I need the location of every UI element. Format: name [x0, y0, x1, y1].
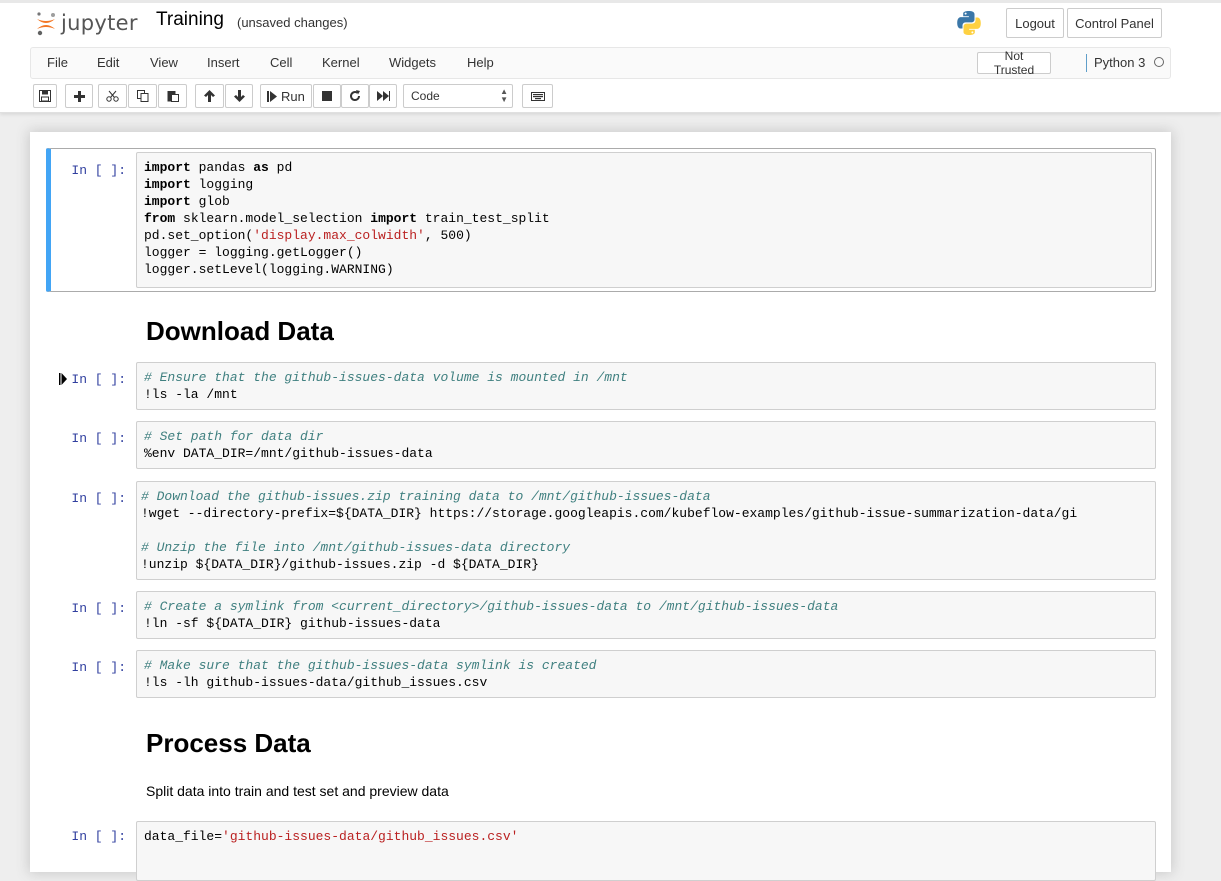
kernel-separator	[1086, 54, 1087, 72]
move-down-button[interactable]	[225, 84, 253, 108]
code-comment: # Set path for data dir	[144, 429, 324, 444]
kernel-idle-icon	[1154, 57, 1164, 67]
jupyter-logo[interactable]: jupyter	[34, 9, 138, 37]
code-line: !wget --directory-prefix=${DATA_DIR} htt…	[141, 506, 1078, 521]
menu-edit[interactable]: Edit	[97, 55, 119, 70]
step-forward-icon	[267, 90, 277, 102]
menu-widgets[interactable]: Widgets	[389, 55, 436, 70]
move-up-button[interactable]	[195, 84, 224, 108]
jupyter-logo-icon	[37, 12, 55, 36]
save-status: (unsaved changes)	[237, 15, 348, 30]
code-comment: # Unzip the file into /mnt/github-issues…	[141, 540, 571, 555]
menu-kernel[interactable]: Kernel	[322, 55, 360, 70]
input-prompt: In [ ]:	[71, 431, 126, 446]
code-line: !ls -lh github-issues-data/github_issues…	[144, 675, 488, 690]
markdown-heading: Process Data	[146, 728, 311, 758]
input-prompt: In [ ]:	[71, 660, 126, 675]
logout-button[interactable]: Logout	[1006, 8, 1064, 38]
code-editor[interactable]: # Make sure that the github-issues-data …	[136, 650, 1156, 698]
input-prompt: In [ ]:	[71, 601, 126, 616]
copy-button[interactable]	[128, 84, 157, 108]
code-comment: # Make sure that the github-issues-data …	[144, 658, 597, 673]
menu-file[interactable]: File	[47, 55, 68, 70]
save-button[interactable]	[33, 84, 57, 108]
menu-view[interactable]: View	[150, 55, 178, 70]
code-cell[interactable]: In [ ]: data_file='github-issues-data/gi…	[46, 821, 1156, 881]
code-line: data_file='github-issues-data/github_iss…	[144, 829, 519, 844]
notebook-header: jupyter Training (unsaved changes) Logou…	[0, 0, 1221, 113]
code-cell[interactable]: In [ ]: import pandas as pd import loggi…	[46, 148, 1156, 292]
not-trusted-button[interactable]: Not Trusted	[977, 49, 1051, 77]
save-icon	[39, 90, 51, 102]
restart-button[interactable]	[341, 84, 369, 108]
code-cell[interactable]: In [ ]: # Make sure that the github-issu…	[46, 650, 1156, 698]
code-editor[interactable]: # Create a symlink from <current_directo…	[136, 591, 1156, 639]
code-editor[interactable]: # Set path for data dir %env DATA_DIR=/m…	[136, 421, 1156, 469]
interrupt-button[interactable]	[313, 84, 341, 108]
code-cell[interactable]: In [ ]: # Set path for data dir %env DAT…	[46, 421, 1156, 469]
menu-help[interactable]: Help	[467, 55, 494, 70]
code-cell[interactable]: In [ ]: # Download the github-issues.zip…	[46, 481, 1156, 580]
arrow-down-icon	[233, 90, 245, 102]
notebook-name[interactable]: Training	[156, 9, 224, 31]
code-line: !ln -sf ${DATA_DIR} github-issues-data	[144, 616, 441, 631]
code-cell[interactable]: In [ ]: # Ensure that the github-issues-…	[46, 362, 1156, 410]
top-border	[0, 0, 1221, 3]
code-line: logger = logging.getLogger()	[144, 245, 363, 260]
run-button[interactable]: Run	[260, 84, 312, 108]
restart-icon	[350, 90, 361, 102]
control-panel-button[interactable]: Control Panel	[1067, 8, 1162, 38]
cell-type-select[interactable]: Code ▲ ▼	[403, 84, 513, 108]
code-line: import pandas as pd	[144, 160, 293, 175]
menu-insert[interactable]: Insert	[207, 55, 240, 70]
cut-button[interactable]	[98, 84, 127, 108]
command-palette-button[interactable]	[522, 84, 553, 108]
menu-cell[interactable]: Cell	[270, 55, 292, 70]
python-logo-icon	[955, 9, 983, 40]
code-cell[interactable]: In [ ]: # Create a symlink from <current…	[46, 591, 1156, 639]
code-line: !ls -la /mnt	[144, 387, 238, 402]
restart-run-all-button[interactable]	[369, 84, 397, 108]
jupyter-logo-text: jupyter	[61, 11, 138, 35]
run-label: Run	[281, 88, 305, 104]
input-prompt: In [ ]:	[71, 491, 126, 506]
input-prompt: In [ ]:	[71, 163, 126, 178]
input-prompt: In [ ]:	[71, 829, 126, 844]
select-arrows-icon: ▲ ▼	[500, 87, 508, 104]
stop-icon	[322, 91, 332, 101]
input-prompt: In [ ]:	[71, 372, 126, 387]
plus-icon	[73, 90, 85, 102]
keyboard-icon	[530, 91, 545, 101]
markdown-heading: Download Data	[146, 316, 334, 346]
arrow-up-icon	[204, 90, 215, 102]
code-editor[interactable]: # Download the github-issues.zip trainin…	[136, 481, 1156, 580]
code-line: %env DATA_DIR=/mnt/github-issues-data	[144, 446, 433, 461]
cell-type-value: Code	[411, 89, 440, 103]
cut-icon	[106, 90, 119, 102]
copy-icon	[136, 90, 148, 102]
code-comment: # Download the github-issues.zip trainin…	[141, 489, 711, 504]
code-line: from sklearn.model_selection import trai…	[144, 211, 550, 226]
insert-cell-button[interactable]	[65, 84, 93, 108]
code-comment: # Ensure that the github-issues-data vol…	[144, 370, 628, 385]
code-editor[interactable]: data_file='github-issues-data/github_iss…	[136, 821, 1156, 881]
fast-forward-icon	[376, 91, 390, 101]
code-comment: # Create a symlink from <current_directo…	[144, 599, 839, 614]
code-line: pd.set_option('display.max_colwidth', 50…	[144, 228, 472, 243]
code-line: import glob	[144, 194, 230, 209]
code-line: !unzip ${DATA_DIR}/github-issues.zip -d …	[141, 557, 539, 572]
markdown-paragraph: Split data into train and test set and p…	[146, 783, 449, 799]
code-editor[interactable]: # Ensure that the github-issues-data vol…	[136, 362, 1156, 410]
code-line: logger.setLevel(logging.WARNING)	[144, 262, 394, 277]
kernel-name[interactable]: Python 3	[1094, 55, 1145, 70]
paste-button[interactable]	[158, 84, 187, 108]
paste-icon	[167, 91, 179, 102]
code-editor[interactable]: import pandas as pd import logging impor…	[136, 152, 1152, 288]
code-line: import logging	[144, 177, 254, 192]
notebook-container: In [ ]: import pandas as pd import loggi…	[30, 132, 1171, 881]
